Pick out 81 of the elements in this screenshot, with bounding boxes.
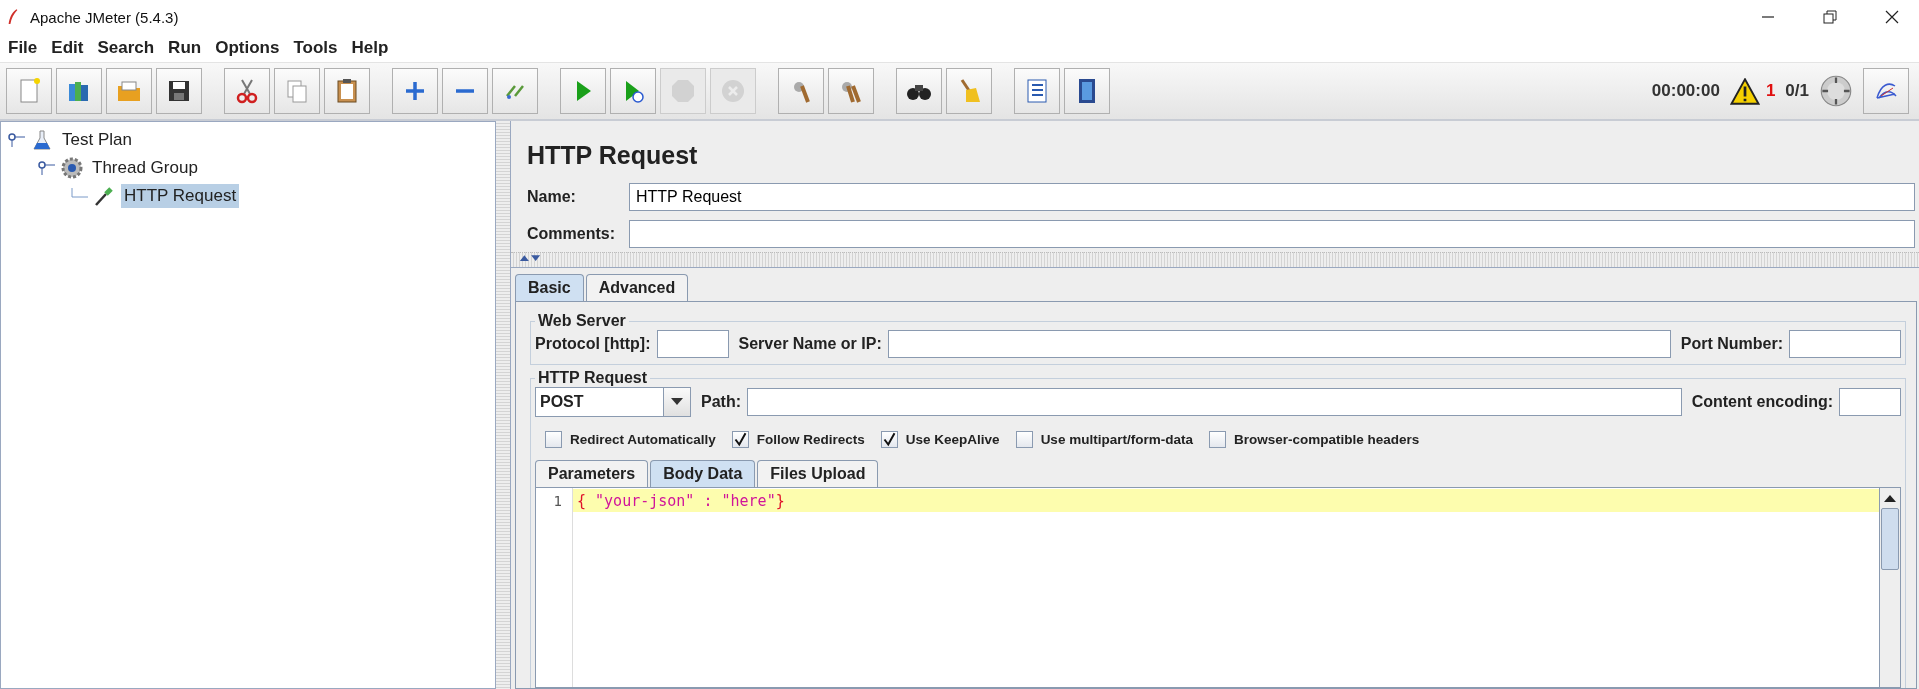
path-field[interactable] [747, 388, 1682, 416]
toolbar-help-button[interactable] [1064, 68, 1110, 114]
name-label: Name: [527, 188, 577, 206]
checkbox-label[interactable]: Browser-compatible headers [1233, 432, 1420, 447]
scroll-up-icon[interactable] [1884, 494, 1896, 502]
menu-item[interactable]: Help [351, 38, 389, 58]
protocol-label: Protocol [http]: [535, 335, 651, 353]
toolbar-copy-button[interactable] [274, 68, 320, 114]
encoding-label: Content encoding: [1691, 393, 1833, 411]
gear-icon [61, 157, 83, 179]
tab[interactable]: Basic [515, 274, 584, 301]
thread-count: 0/1 [1785, 81, 1809, 101]
encoding-field[interactable] [1839, 388, 1901, 416]
toolbar-start-button[interactable] [560, 68, 606, 114]
menu-item[interactable]: Tools [293, 38, 338, 58]
restore-icon[interactable] [1823, 10, 1837, 24]
toolbar-clear-all-button[interactable] [828, 68, 874, 114]
checkbox-label[interactable]: Use KeepAlive [905, 432, 1000, 447]
tab[interactable]: Files Upload [757, 460, 879, 487]
toolbar-cut-button[interactable] [224, 68, 270, 114]
protocol-field[interactable] [656, 330, 729, 358]
status-indicator-icon [1819, 74, 1853, 108]
checkbox[interactable] [731, 431, 749, 448]
server-field[interactable] [887, 330, 1671, 358]
toolbar-search-button[interactable] [896, 68, 942, 114]
menu-item[interactable]: Options [215, 38, 280, 58]
tab[interactable]: Parameters [535, 460, 649, 487]
close-icon[interactable] [1885, 10, 1899, 24]
group-title: HTTP Request [537, 369, 649, 387]
toolbar-paste-button[interactable] [324, 68, 370, 114]
checkbox[interactable] [545, 431, 562, 448]
name-field[interactable]: HTTP Request [629, 183, 1915, 211]
dropdown-caret-icon [671, 398, 683, 406]
group-title: Web Server [537, 312, 627, 330]
window-title: Apache JMeter (5.4.3) [30, 8, 179, 26]
menu-item[interactable]: Search [97, 38, 155, 58]
checkbox-label[interactable]: Follow Redirects [756, 432, 865, 447]
line-number: 1 [553, 493, 562, 509]
scroll-thumb[interactable] [1881, 508, 1899, 570]
port-label: Port Number: [1680, 335, 1783, 353]
tree-item[interactable]: Test Plan [59, 128, 135, 152]
logo-button[interactable] [1863, 68, 1909, 114]
checkbox[interactable] [1015, 431, 1033, 448]
checkbox-label[interactable]: Use multipart/form-data [1040, 432, 1193, 447]
tree-item[interactable]: Thread Group [89, 156, 201, 180]
checkbox-label[interactable]: Redirect Automatically [570, 432, 716, 447]
checkbox[interactable] [1208, 431, 1226, 448]
code-line: { "your-json" : "here"} [576, 491, 785, 510]
panel-title: HTTP Request [527, 141, 699, 170]
toolbar-clear-button[interactable] [778, 68, 824, 114]
tree-handle-icon[interactable] [7, 132, 27, 148]
tree-item[interactable]: HTTP Request [121, 184, 240, 208]
comments-label: Comments: [527, 225, 616, 243]
minus-icon [456, 89, 474, 93]
elapsed-time: 00:00:00 [1651, 81, 1720, 101]
toolbar-expand-button[interactable] [392, 68, 438, 114]
toolbar-start-no-pause-button[interactable] [610, 68, 656, 114]
menu-item[interactable]: File [8, 38, 38, 58]
path-label: Path: [701, 393, 741, 411]
toolbar-functions-button[interactable] [1014, 68, 1060, 114]
comments-field[interactable] [629, 220, 1915, 248]
vertical-scrollbar[interactable] [1879, 488, 1900, 687]
menu-item[interactable]: Edit [51, 38, 84, 58]
method-dropdown[interactable]: POST [535, 387, 691, 417]
feather-icon [6, 7, 20, 27]
toolbar-collapse-button[interactable] [442, 68, 488, 114]
toolbar-toggle-button[interactable] [492, 68, 538, 114]
warning-count[interactable]: 1 [1765, 81, 1776, 101]
server-label: Server Name or IP: [738, 335, 882, 353]
tab[interactable]: Body Data [650, 460, 756, 487]
pipette-icon [93, 185, 115, 207]
tab[interactable]: Advanced [585, 274, 689, 301]
menu-item[interactable]: Run [168, 38, 202, 58]
flask-icon [31, 129, 53, 151]
code-editor[interactable]: 1 { "your-json" : "here"} [535, 487, 1901, 688]
warning-icon[interactable] [1729, 77, 1760, 105]
tree-handle-icon[interactable] [37, 160, 57, 176]
toolbar-templates-button[interactable] [56, 68, 102, 114]
port-field[interactable] [1789, 330, 1901, 358]
toolbar-save-button[interactable] [156, 68, 202, 114]
checkbox[interactable] [880, 431, 898, 448]
